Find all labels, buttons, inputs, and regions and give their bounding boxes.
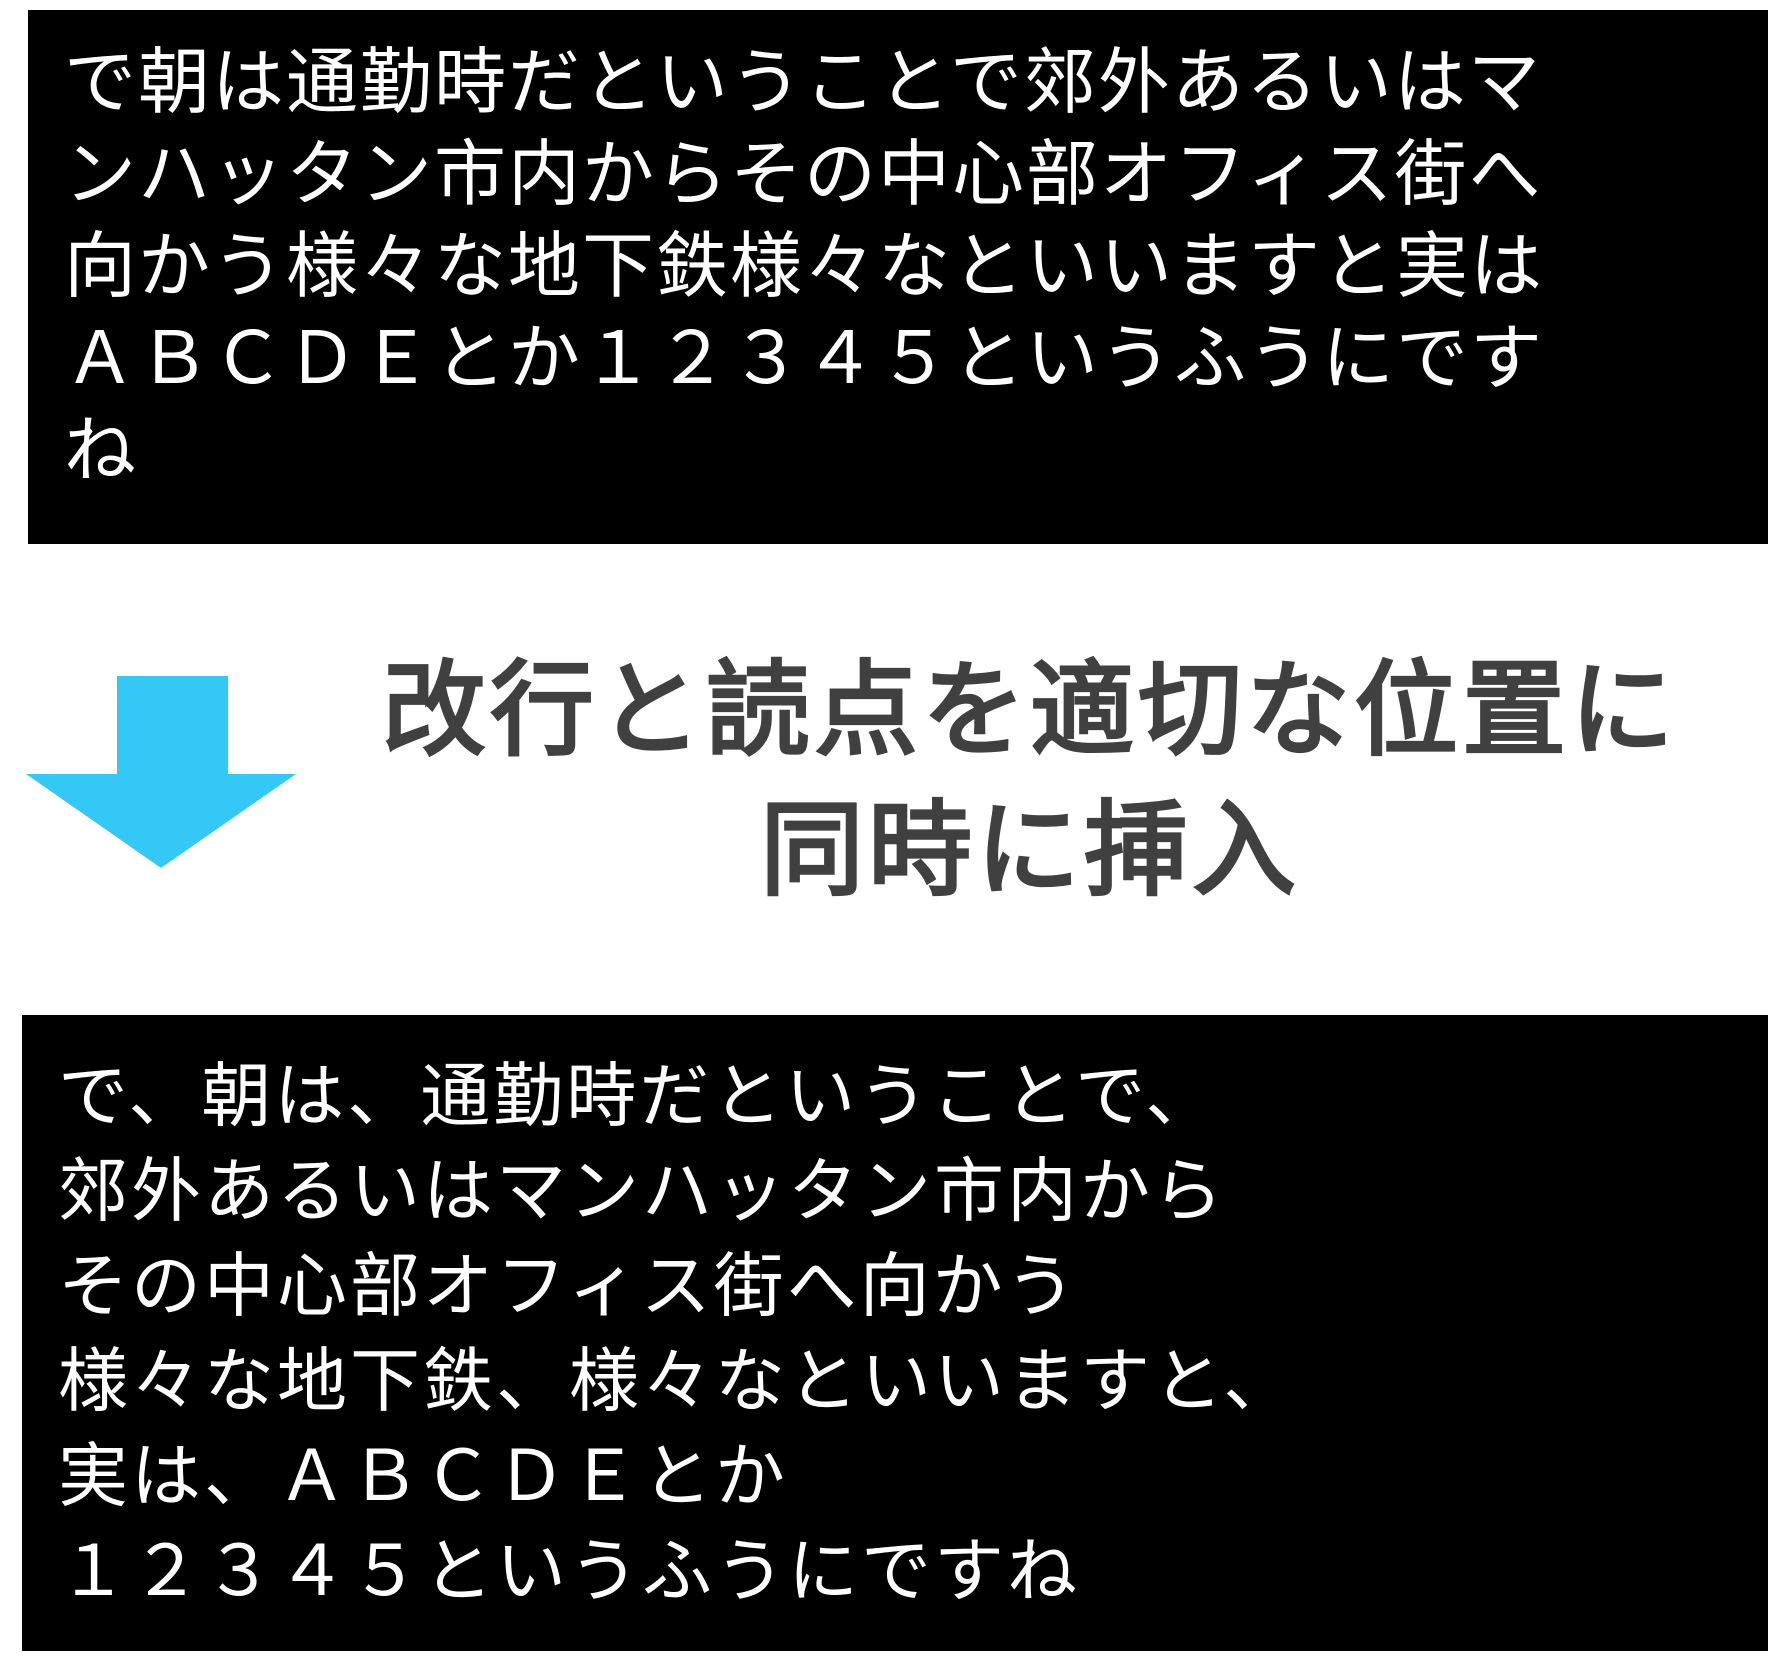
- caption-before-line: 向かう様々な地下鉄様々なといいますと実は: [64, 224, 1545, 308]
- caption-before-line: ＡＢＣＤＥとか１２３４５というふうにです: [64, 316, 1545, 400]
- caption-before-line: で朝は通勤時だということで郊外あるいはマ: [64, 40, 1542, 124]
- caption-after-line: １２３４５というふうにですね: [58, 1530, 1080, 1612]
- caption-after-line: 実は、ＡＢＣＤＥとか: [58, 1435, 788, 1517]
- transform-description: 改行と読点を適切な位置に 同時に挿入: [320, 640, 1740, 920]
- down-arrow-icon: [26, 676, 296, 868]
- down-arrow-icon-svg: [26, 676, 296, 868]
- caption-after-box: で、朝は、通勤時だということで、 郊外あるいはマンハッタン市内から その中心部オ…: [22, 1015, 1768, 1651]
- caption-after-line: 郊外あるいはマンハッタン市内から: [58, 1150, 1226, 1232]
- caption-before-box: で朝は通勤時だということで郊外あるいはマ ンハッタン市内からその中心部オフィス街…: [28, 10, 1768, 544]
- caption-before-line: ね: [64, 408, 139, 492]
- down-arrow-shape: [26, 676, 296, 868]
- caption-after-line: で、朝は、通勤時だということで、: [58, 1055, 1219, 1137]
- transform-description-line: 改行と読点を適切な位置に: [381, 649, 1678, 771]
- caption-after-line: その中心部オフィス街へ向かう: [58, 1245, 1079, 1327]
- caption-before-line: ンハッタン市内からその中心部オフィス街へ: [64, 132, 1543, 216]
- caption-after-line: 様々な地下鉄、様々なといいますと、: [58, 1340, 1297, 1422]
- transform-description-line: 同時に挿入: [759, 789, 1300, 911]
